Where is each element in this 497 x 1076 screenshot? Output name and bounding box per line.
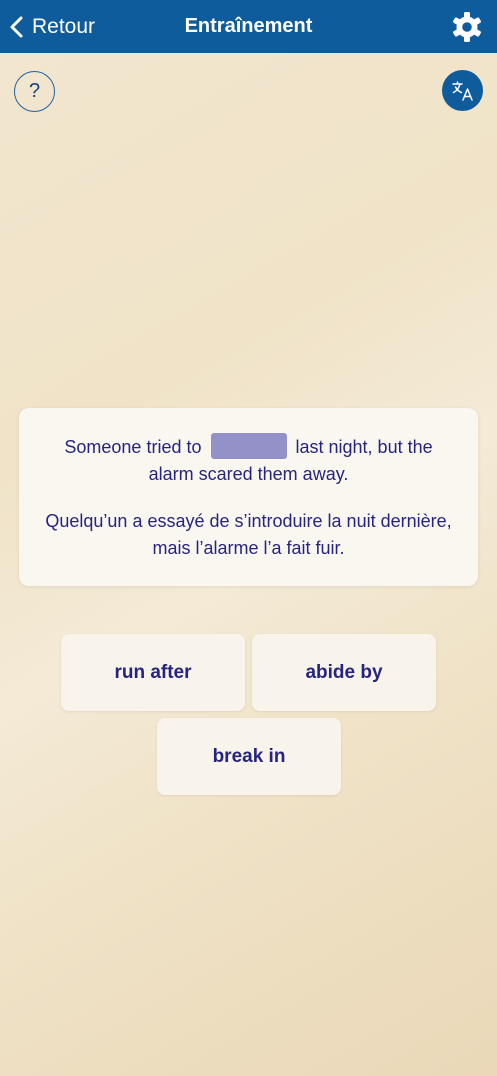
answer-blank <box>210 433 287 460</box>
navbar: Retour Entraînement <box>0 0 497 53</box>
help-button[interactable]: ? <box>14 71 55 112</box>
translate-icon <box>451 80 473 101</box>
back-label: Retour <box>32 14 96 38</box>
answer-option-break-in[interactable]: break in <box>157 718 341 795</box>
chevron-left-icon <box>10 16 23 37</box>
sentence-before: Someone tried to <box>64 437 202 457</box>
gear-icon[interactable] <box>451 11 483 43</box>
question-sentence: Someone tried to last night, but the ala… <box>43 433 454 488</box>
question-circle-icon: ? <box>28 80 41 102</box>
back-button[interactable]: Retour <box>8 0 95 53</box>
translate-button[interactable] <box>442 70 483 111</box>
question-card: Someone tried to last night, but the ala… <box>19 408 478 586</box>
answer-option-run-after[interactable]: run after <box>61 634 245 711</box>
translation-text: Quelqu’un a essayé de s’introduire la nu… <box>45 511 452 558</box>
answer-option-abide-by[interactable]: abide by <box>252 634 436 711</box>
